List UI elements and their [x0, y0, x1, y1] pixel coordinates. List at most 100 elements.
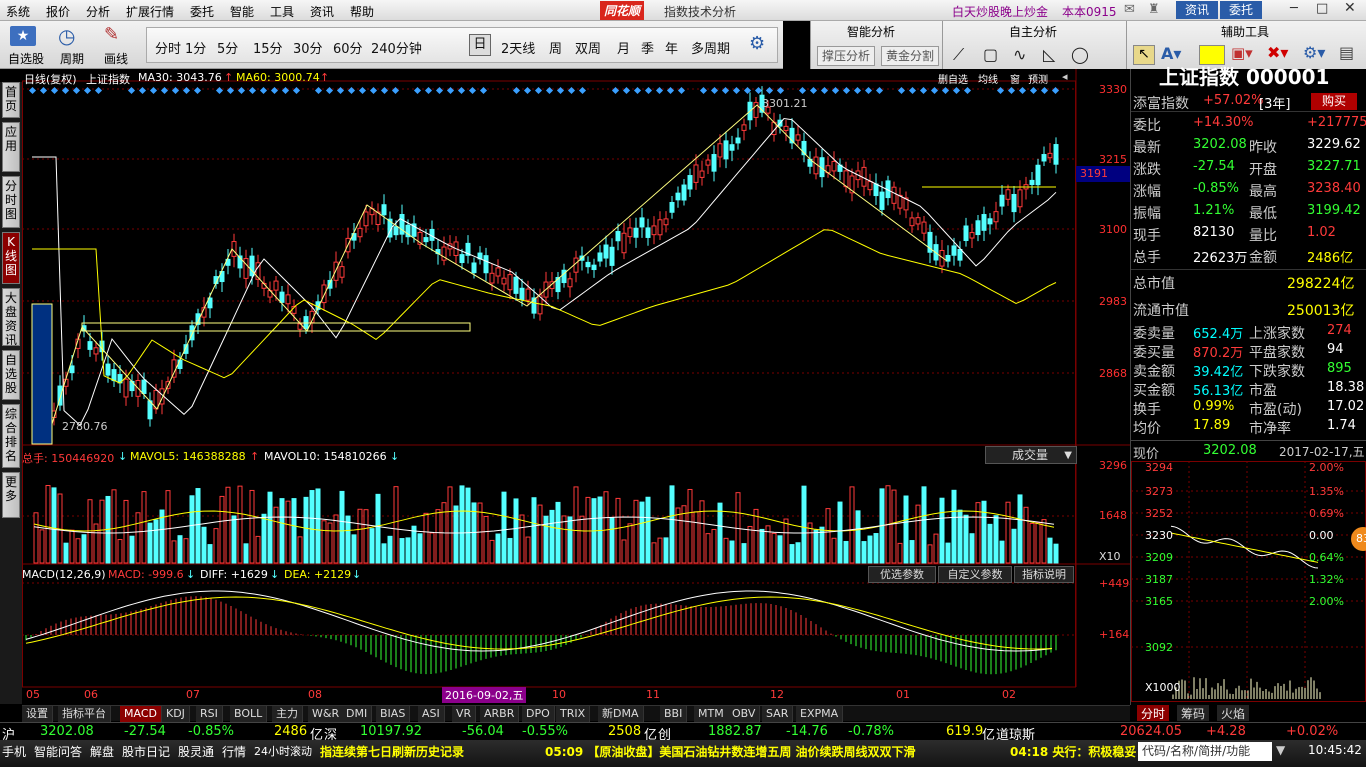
ma-button[interactable]: 均线 — [978, 71, 998, 86]
indicator-tab-rsi[interactable]: RSI — [196, 706, 223, 722]
chart-canvas[interactable] — [22, 69, 1130, 705]
username[interactable]: 本本0915 — [1062, 3, 1117, 20]
line-tool-icon[interactable]: ⟋ — [953, 45, 964, 65]
layout-icon[interactable]: ▤ — [1339, 43, 1354, 62]
menu-tools[interactable]: 工具 — [270, 3, 294, 20]
mini-tab-chips[interactable]: 筹码 — [1177, 705, 1210, 721]
promo-link[interactable]: 白天炒股晚上炒金 — [952, 3, 1048, 20]
search-input[interactable]: 代码/名称/简拼/功能 — [1138, 742, 1272, 761]
status-qa[interactable]: 智能问答 — [34, 743, 82, 760]
period-tool[interactable]: ◷ 周期 — [54, 24, 94, 66]
indicator-selector[interactable]: 成交量 ▼ — [985, 446, 1077, 464]
mail-icon[interactable]: ✉ — [1124, 2, 1135, 17]
indicator-tab-kdj[interactable]: KDJ — [162, 706, 190, 722]
status-diary[interactable]: 股市日记 — [122, 743, 170, 760]
period-year[interactable]: 年 — [665, 38, 678, 57]
period-quarter[interactable]: 季 — [641, 38, 654, 57]
period-tick[interactable]: 分时 — [155, 38, 181, 57]
remove-watch-button[interactable]: 删自选 — [938, 71, 968, 86]
custom-params-button[interactable]: 自定义参数 — [938, 566, 1012, 583]
menu-system[interactable]: 系统 — [6, 3, 30, 20]
window-button[interactable]: 窗 — [1010, 71, 1020, 86]
shirt-icon[interactable]: ♜ — [1148, 2, 1160, 17]
sidebar-item-timeshare[interactable]: 分时图 — [2, 176, 20, 228]
indicator-tab-expma[interactable]: EXPMA — [796, 706, 844, 722]
sidebar-item-home[interactable]: 首页 — [2, 82, 20, 118]
addfu-period[interactable]: [3年] — [1259, 93, 1290, 112]
info-button[interactable]: 资讯 — [1176, 1, 1218, 19]
indicator-tab-obv[interactable]: OBV — [728, 706, 761, 722]
mini-tab-flame[interactable]: 火焰 — [1217, 705, 1250, 721]
mini-tab-timeshare[interactable]: 分时 — [1137, 705, 1170, 721]
trade-button[interactable]: 委托 — [1220, 1, 1262, 19]
menu-analysis[interactable]: 分析 — [86, 3, 110, 20]
period-2week[interactable]: 双周 — [575, 38, 601, 57]
indicator-tab-asi[interactable]: ASI — [418, 706, 445, 722]
indicator-tab-dma[interactable]: 新DMA — [598, 706, 644, 722]
indicator-tab-bbi[interactable]: BBI — [660, 706, 688, 722]
sidebar-item-market-news[interactable]: 大盘资讯 — [2, 288, 20, 347]
channel-tool-icon[interactable]: ∿ — [1013, 45, 1026, 64]
indicator-help-button[interactable]: 指标说明 — [1014, 566, 1074, 583]
cursor-icon[interactable]: ↖ — [1133, 45, 1155, 65]
tool-settings-icon[interactable]: ⚙▾ — [1303, 43, 1325, 62]
optimized-params-button[interactable]: 优选参数 — [868, 566, 936, 583]
draw-tool[interactable]: ✎ 画线 — [100, 24, 140, 66]
period-5min[interactable]: 5分 — [217, 38, 238, 57]
sidebar-item-apps[interactable]: 应用 — [2, 122, 20, 172]
news-ticker-1[interactable]: 指连续第七日刷新历史记录 — [320, 743, 464, 760]
indicator-tab-[interactable]: 指标平台 — [58, 706, 111, 722]
indicator-tab-trix[interactable]: TRIX — [556, 706, 591, 722]
period-240min[interactable]: 240分钟 — [371, 38, 422, 57]
indicator-tab-dmi[interactable]: DMI — [342, 706, 373, 722]
sidebar-item-kline[interactable]: K线图 — [2, 232, 20, 284]
indicator-tab-boll[interactable]: BOLL — [230, 706, 268, 722]
indicator-tab-arbr[interactable]: ARBR — [480, 706, 520, 722]
menu-news[interactable]: 资讯 — [310, 3, 334, 20]
status-analysis[interactable]: 解盘 — [90, 743, 114, 760]
search-dropdown-icon[interactable]: ▼ — [1276, 743, 1285, 757]
period-day[interactable]: 日 — [469, 34, 491, 56]
support-resistance-button[interactable]: 撑压分析 — [817, 46, 875, 66]
status-lingtong[interactable]: 股灵通 — [178, 743, 214, 760]
indicator-tab-macd[interactable]: MACD — [120, 706, 162, 722]
period-week[interactable]: 周 — [549, 38, 562, 57]
indicator-tab-bias[interactable]: BIAS — [376, 706, 411, 722]
status-quote[interactable]: 行情 — [222, 743, 246, 760]
rect-tool-icon[interactable]: ▢ — [983, 45, 998, 64]
indicator-tab-mtm[interactable]: MTM — [694, 706, 729, 722]
settings-gear-icon[interactable]: ⚙ — [749, 33, 765, 54]
period-60min[interactable]: 60分 — [333, 38, 363, 57]
menu-ext-quote[interactable]: 扩展行情 — [126, 3, 174, 20]
indicator-tab-vr[interactable]: VR — [452, 706, 477, 722]
period-month[interactable]: 月 — [617, 38, 630, 57]
polyline-tool-icon[interactable]: ◺ — [1043, 45, 1055, 64]
period-multi[interactable]: 多周期 — [691, 38, 730, 57]
menu-help[interactable]: 帮助 — [350, 3, 374, 20]
panel-toggle-icon[interactable]: ◂ — [1062, 70, 1068, 83]
golden-section-button[interactable]: 黄金分割 — [881, 46, 939, 66]
ellipse-tool-icon[interactable]: ◯ — [1071, 45, 1089, 64]
sidebar-item-ranking[interactable]: 综合排名 — [2, 404, 20, 468]
kline-type-label[interactable]: 日线(复权) — [24, 71, 77, 87]
buy-button[interactable]: 购买 — [1311, 93, 1357, 110]
period-30min[interactable]: 30分 — [293, 38, 323, 57]
status-mobile[interactable]: 手机 — [2, 743, 26, 760]
period-1min[interactable]: 1分 — [185, 38, 206, 57]
sidebar-item-watchlist[interactable]: 自选股 — [2, 350, 20, 400]
forecast-button[interactable]: 预测 — [1028, 71, 1048, 86]
period-15min[interactable]: 15分 — [253, 38, 283, 57]
delete-icon[interactable]: ✖▾ — [1267, 43, 1288, 62]
indicator-tab-[interactable]: 设置 — [22, 706, 53, 722]
indicator-tab-dpo[interactable]: DPO — [522, 706, 555, 722]
kline-chart-area[interactable]: 日线(复权) 上证指数 MA30: 3043.76 ↑ MA60: 3000.7… — [22, 69, 1140, 705]
watchlist-tool[interactable]: ★ 自选股 — [6, 24, 48, 66]
maximize-icon[interactable]: □ — [1316, 1, 1328, 16]
menu-smart[interactable]: 智能 — [230, 3, 254, 20]
close-icon[interactable]: ✕ — [1344, 0, 1356, 16]
sidebar-item-more[interactable]: 更多 — [2, 472, 20, 518]
save-icon[interactable]: ▣▾ — [1231, 44, 1253, 62]
menu-trade[interactable]: 委托 — [190, 3, 214, 20]
minimize-icon[interactable]: ─ — [1290, 1, 1298, 16]
indicator-tab-sar[interactable]: SAR — [762, 706, 794, 722]
